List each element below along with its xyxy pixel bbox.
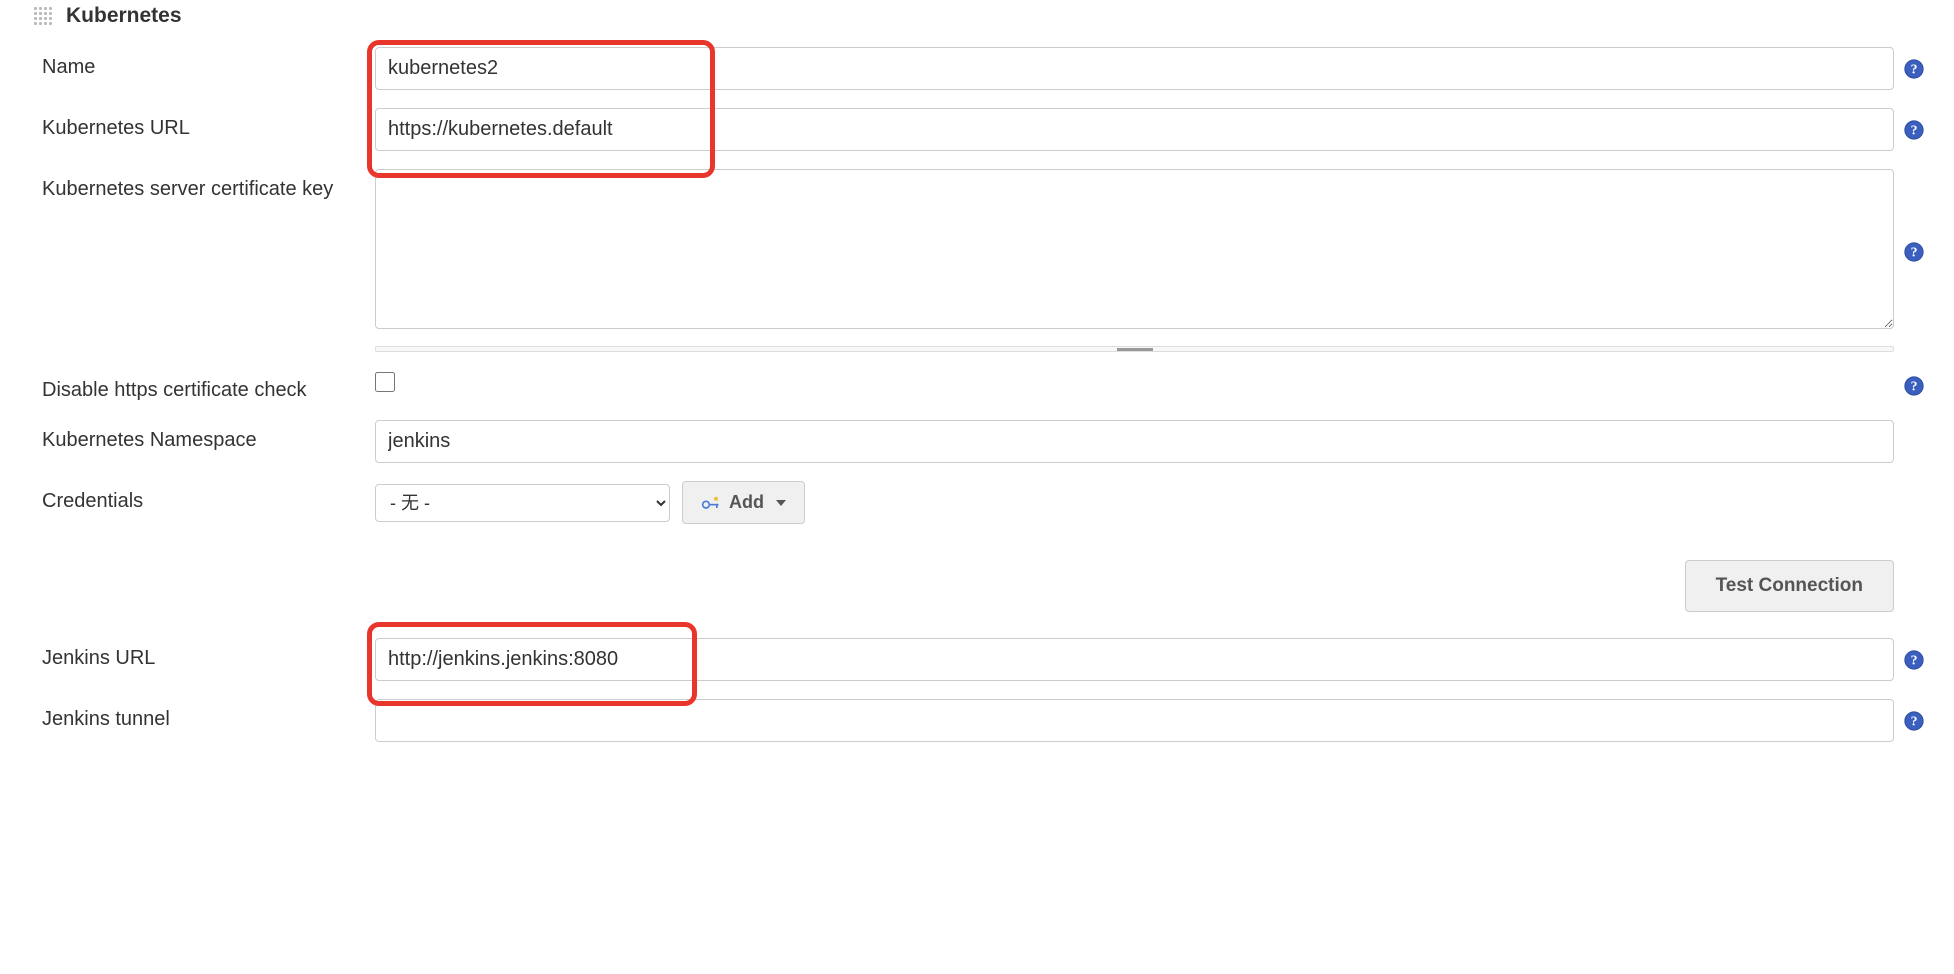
jenkins-tunnel-input[interactable]	[375, 699, 1894, 742]
add-button-label: Add	[729, 492, 764, 513]
svg-text:?: ?	[1911, 652, 1918, 667]
help-icon[interactable]: ?	[1903, 241, 1925, 263]
key-icon	[701, 496, 721, 510]
svg-text:?: ?	[1911, 61, 1918, 76]
label-jenkins-url: Jenkins URL	[20, 629, 375, 690]
section-title: Kubernetes	[66, 4, 182, 28]
name-input[interactable]	[375, 47, 1894, 90]
label-namespace: Kubernetes Namespace	[20, 411, 375, 472]
credentials-select[interactable]: - 无 -	[375, 484, 670, 522]
help-icon[interactable]: ?	[1903, 58, 1925, 80]
label-name: Name	[20, 38, 375, 99]
svg-text:?: ?	[1911, 713, 1918, 728]
disable-https-check-checkbox[interactable]	[375, 372, 395, 392]
drag-handle-icon[interactable]	[34, 7, 52, 25]
add-credentials-button[interactable]: Add	[682, 481, 805, 524]
svg-text:?: ?	[1911, 379, 1918, 394]
kubernetes-url-input[interactable]	[375, 108, 1894, 151]
label-jenkins-tunnel: Jenkins tunnel	[20, 690, 375, 751]
help-icon[interactable]: ?	[1903, 375, 1925, 397]
jenkins-url-input[interactable]	[375, 638, 1894, 681]
label-kubernetes-url: Kubernetes URL	[20, 99, 375, 160]
svg-text:?: ?	[1911, 244, 1918, 259]
label-credentials: Credentials	[20, 472, 375, 533]
label-disable-https-check: Disable https certificate check	[20, 361, 375, 411]
svg-text:?: ?	[1911, 122, 1918, 137]
certificate-key-textarea[interactable]	[375, 169, 1894, 329]
resize-divider[interactable]	[375, 346, 1894, 352]
help-icon[interactable]: ?	[1903, 710, 1925, 732]
label-certificate-key: Kubernetes server certificate key	[20, 160, 375, 343]
namespace-input[interactable]	[375, 420, 1894, 463]
caret-down-icon	[776, 500, 786, 506]
help-icon[interactable]: ?	[1903, 119, 1925, 141]
help-icon[interactable]: ?	[1903, 649, 1925, 671]
test-connection-button[interactable]: Test Connection	[1685, 560, 1894, 612]
